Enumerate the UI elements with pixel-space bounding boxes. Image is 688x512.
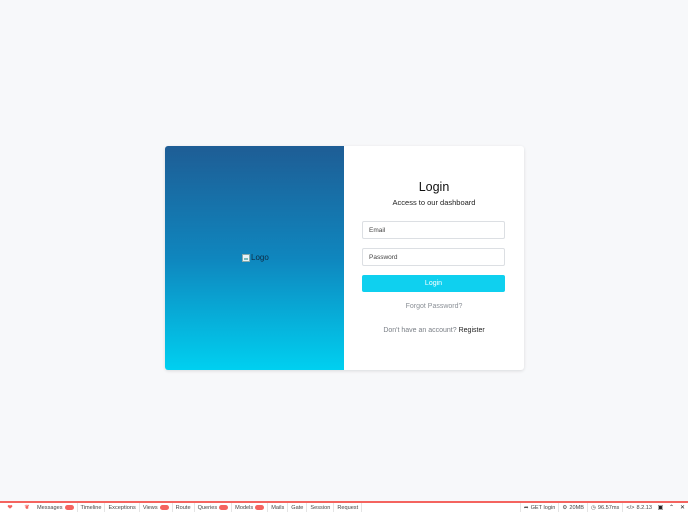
debugbar-tab[interactable]: Route <box>173 503 195 512</box>
debugbar-tab[interactable]: Session <box>307 503 335 512</box>
debugbar-tab[interactable]: Mails <box>268 503 289 512</box>
logo-alt-text: Logo <box>251 253 269 262</box>
page-subtitle: Access to our dashboard <box>392 198 476 207</box>
debugbar-tab-label: Gate <box>291 504 304 511</box>
forgot-password-link[interactable]: Forgot Password? <box>344 303 524 310</box>
request-label: GET login <box>530 504 556 511</box>
password-field[interactable] <box>362 248 505 266</box>
debugbar-tab-label: Exceptions <box>108 504 136 511</box>
register-prompt: Don't have an account? Register <box>344 327 524 334</box>
debugbar-tab-label: Messages <box>37 504 63 511</box>
debugbar-tab-label: Request <box>337 504 359 511</box>
chevron-up-icon[interactable]: ⌃ <box>666 504 677 511</box>
count-badge <box>159 505 169 510</box>
debugbar-memory[interactable]: ⚙ 20MB <box>558 503 587 512</box>
debugbar-time[interactable]: ◷ 96.57ms <box>586 503 622 512</box>
debugbar-tab-label: Mails <box>271 504 285 511</box>
brand-panel: Logo <box>165 146 344 370</box>
debugbar-tab-label: Session <box>310 504 331 511</box>
debugbar-stats: ➦ GET login ⚙ 20MB ◷ 96.57ms </> 8.2.13 … <box>519 503 688 512</box>
count-badge <box>255 505 265 510</box>
debugbar-restore-icon[interactable]: ❦ <box>20 504 34 512</box>
close-icon[interactable]: ✕ <box>677 504 688 511</box>
register-link[interactable]: Register <box>459 327 485 334</box>
count-badge <box>64 505 74 510</box>
count-badge <box>219 505 229 510</box>
cogs-icon: ⚙ <box>562 504 568 511</box>
debugbar-tab-label: Models <box>235 504 254 511</box>
debugbar-tab-label: Views <box>142 504 158 511</box>
debugbar-tab[interactable]: Models <box>232 503 269 512</box>
login-form-panel: Login Access to our dashboard Login Forg… <box>344 146 524 370</box>
share-icon: ➦ <box>523 504 529 511</box>
page-title: Login <box>418 180 450 194</box>
debugbar-tab-label: Route <box>175 504 191 511</box>
debugbar-tab[interactable]: Gate <box>288 503 308 512</box>
debugbar-logo-icon[interactable]: ❤ <box>3 504 17 512</box>
debugbar-tab[interactable]: Request <box>334 503 363 512</box>
debugbar-tabs: Messages Timeline Exceptions Views Route Quer… <box>34 503 363 512</box>
debugbar-tab[interactable]: Exceptions <box>105 503 140 512</box>
time-label: 96.57ms <box>597 504 620 511</box>
no-account-text: Don't have an account? <box>383 327 457 334</box>
debugbar-tab[interactable]: Queries <box>195 503 233 512</box>
debugbar-tab[interactable]: Timeline <box>78 503 106 512</box>
login-card: Logo Login Access to our dashboard Login… <box>165 146 524 370</box>
clock-icon: ◷ <box>590 504 596 511</box>
email-field[interactable] <box>362 221 505 239</box>
memory-label: 20MB <box>569 504 584 511</box>
debugbar-tab[interactable]: Messages <box>34 503 78 512</box>
debugbar-php-version[interactable]: </> 8.2.13 <box>622 503 655 512</box>
code-icon: </> <box>626 504 635 511</box>
debug-bar: ❤ ❦ Messages Timeline Exceptions Views Route… <box>0 501 688 512</box>
debugbar-tab-label: Queries <box>197 504 218 511</box>
logo: Logo <box>242 253 269 262</box>
debugbar-request[interactable]: ➦ GET login <box>519 503 558 512</box>
debugbar-tab[interactable]: Views <box>140 503 173 512</box>
debugbar-tab-label: Timeline <box>80 504 102 511</box>
login-button[interactable]: Login <box>362 275 505 292</box>
folder-icon[interactable]: ▣ <box>655 504 666 511</box>
php-version-label: 8.2.13 <box>636 504 652 511</box>
broken-image-icon <box>242 253 250 262</box>
